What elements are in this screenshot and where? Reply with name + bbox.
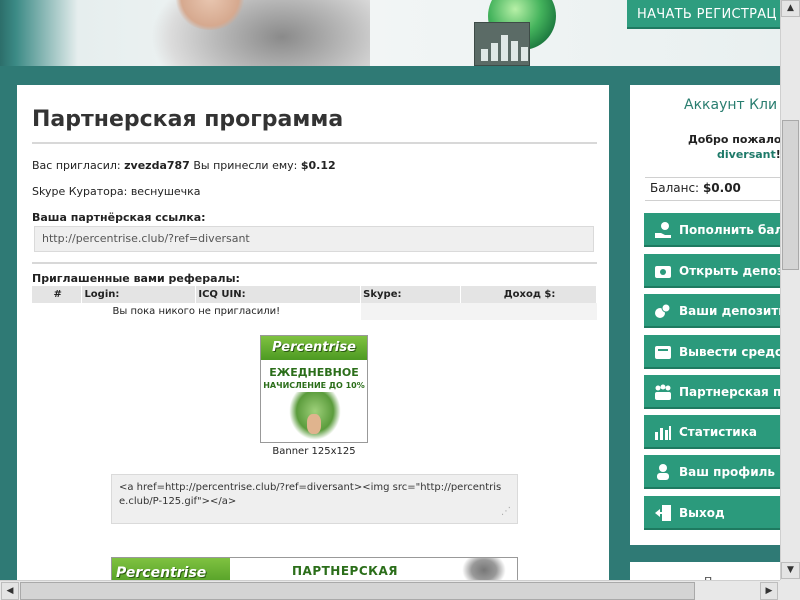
vertical-scrollbar[interactable]: ▲ ▼ xyxy=(780,0,800,580)
scroll-up-arrow-icon[interactable]: ▲ xyxy=(781,0,800,17)
exit-icon xyxy=(655,505,671,521)
partners-icon xyxy=(655,384,671,400)
referrals-table: # Login: ICQ UIN: Skype: Доход $: Вы пок… xyxy=(32,286,597,320)
col-icq: ICQ UIN: xyxy=(195,286,362,303)
title-divider xyxy=(32,142,597,144)
menu-label: Открыть депози xyxy=(679,264,780,278)
bar-chart-graphic xyxy=(474,22,530,66)
tree-graphic xyxy=(462,558,506,580)
scroll-left-arrow-icon[interactable]: ◀ xyxy=(1,582,19,600)
menu-your-deposits[interactable]: Ваши депозиты xyxy=(644,294,780,328)
earned-value: $0.12 xyxy=(300,159,336,172)
scroll-down-arrow-icon[interactable]: ▼ xyxy=(781,562,800,579)
table-row: Вы пока никого не пригласили! xyxy=(32,303,597,320)
menu-label: Статистика xyxy=(679,425,757,439)
profile-icon xyxy=(657,464,669,480)
resize-grip-icon[interactable]: ⋰ xyxy=(501,505,511,519)
invited-by-user: zvezda787 xyxy=(124,159,190,172)
menu-label: Выход xyxy=(679,506,725,520)
site-header: НАЧАТЬ РЕГИСТРАЦ xyxy=(0,0,780,66)
invited-by-label: Вас пригласил: xyxy=(32,159,121,172)
balance: Баланс: $0.00 xyxy=(650,181,741,195)
banner-code-text: <a href=http://percentrise.club/?ref=div… xyxy=(119,482,502,507)
account-title: Аккаунт Кли xyxy=(684,97,778,113)
col-income: Доход $: xyxy=(460,286,597,303)
menu-deposit-balance[interactable]: Пополнить бала xyxy=(644,213,780,247)
skype-curator: Skype Куратора: веснушечка xyxy=(32,185,201,198)
vertical-scroll-thumb[interactable] xyxy=(782,120,799,270)
banner-logo: Percentrise xyxy=(261,336,367,360)
bar-chart-icon xyxy=(655,426,671,440)
hand-money-icon xyxy=(655,222,671,238)
balance-label: Баланс: xyxy=(650,181,700,195)
menu-statistics[interactable]: Статистика xyxy=(644,415,780,449)
username: diversant xyxy=(717,148,776,161)
main-content: Партнерская программа Вас пригласил: zve… xyxy=(17,85,609,580)
banner-125-image: Percentrise ЕЖЕДНЕВНОЕ НАЧИСЛЕНИЕ ДО 10% xyxy=(260,335,368,443)
menu-label: Ваши депозиты xyxy=(679,304,780,318)
menu-profile[interactable]: Ваш профиль xyxy=(644,455,780,489)
banner-code-textarea[interactable]: <a href=http://percentrise.club/?ref=div… xyxy=(111,474,518,524)
withdraw-icon xyxy=(655,346,671,359)
menu-label: Пополнить бала xyxy=(679,223,780,237)
menu-withdraw[interactable]: Вывести средст xyxy=(644,335,780,369)
menu-label: Ваш профиль xyxy=(679,465,775,479)
balance-value: $0.00 xyxy=(702,181,741,195)
menu-logout[interactable]: Выход xyxy=(644,496,780,530)
account-sidebar: Аккаунт Кли Добро пожалов diversant! Бал… xyxy=(630,85,780,545)
earned-label: Вы принесли ему: xyxy=(193,159,298,172)
welcome-text: Добро пожалов xyxy=(688,133,780,146)
horizontal-scroll-thumb[interactable] xyxy=(20,582,695,600)
banner-wide-text: ПАРТНЕРСКАЯ xyxy=(292,564,398,578)
table-header-row: # Login: ICQ UIN: Skype: Доход $: xyxy=(32,286,597,303)
banner-picture xyxy=(289,392,341,440)
start-registration-button[interactable]: НАЧАТЬ РЕГИСТРАЦ xyxy=(627,0,780,29)
banner-line2: НАЧИСЛЕНИЕ ДО 10% xyxy=(263,381,365,390)
horizontal-scrollbar[interactable]: ◀ ▶ xyxy=(0,580,780,600)
col-skype: Skype: xyxy=(360,286,462,303)
menu-open-deposit[interactable]: Открыть депози xyxy=(644,254,780,288)
invited-by-line: Вас пригласил: zvezda787 Вы принесли ему… xyxy=(32,159,336,172)
wallet-icon xyxy=(655,266,671,278)
sidebar-divider xyxy=(645,177,780,178)
empty-cell xyxy=(360,303,597,320)
banner-wide-logo: Percentrise xyxy=(112,558,230,580)
menu-partner-program[interactable]: Партнерская пр xyxy=(644,375,780,409)
col-login: Login: xyxy=(81,286,197,303)
page-title: Партнерская программа xyxy=(32,107,344,132)
referrals-label: Приглашенные вами рефералы: xyxy=(32,272,240,285)
coins-icon xyxy=(655,303,671,318)
banner-wide-image: Percentrise ПАРТНЕРСКАЯ xyxy=(111,557,518,580)
empty-message: Вы пока никого не пригласили! xyxy=(32,303,361,320)
username-line: diversant! xyxy=(717,148,780,161)
scroll-right-arrow-icon[interactable]: ▶ xyxy=(760,582,778,600)
menu-label: Вывести средст xyxy=(679,345,780,359)
sidebar-divider xyxy=(645,200,780,201)
scrollbar-corner xyxy=(780,580,800,600)
menu-label: Партнерская пр xyxy=(679,385,780,399)
ref-link-label: Ваша партнёрская ссылка: xyxy=(32,211,206,224)
section-divider xyxy=(32,262,597,264)
banner-line1: ЕЖЕДНЕВНОЕ xyxy=(269,366,359,379)
col-number: # xyxy=(32,286,83,303)
banner-caption: Banner 125x125 xyxy=(272,446,356,457)
ref-link-field[interactable]: http://percentrise.club/?ref=diversant xyxy=(34,226,594,252)
